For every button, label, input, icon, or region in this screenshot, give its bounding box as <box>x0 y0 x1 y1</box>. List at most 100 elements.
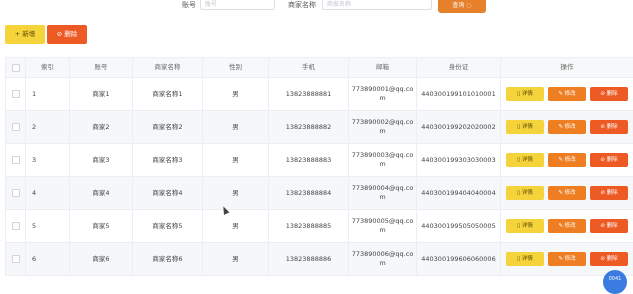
detail-button[interactable]: ▯ 详情 <box>506 186 544 200</box>
email-cell: 773890004@qq.com <box>349 177 417 209</box>
phone-cell: 13823888882 <box>269 111 349 143</box>
row-checkbox[interactable] <box>11 189 20 197</box>
header-merchant-name: 商家名称 <box>133 58 203 77</box>
select-all-cell[interactable] <box>6 58 26 77</box>
detail-button[interactable]: ▯ 详情 <box>506 252 544 266</box>
merchant-table: 索引 账号 商家名称 性别 手机 邮箱 身份证 操作 1 商家1 商家名称1 男… <box>5 57 633 276</box>
header-email: 邮箱 <box>349 58 417 77</box>
email-cell: 773890001@qq.com <box>349 78 417 110</box>
table-header-row: 索引 账号 商家名称 性别 手机 邮箱 身份证 操作 <box>6 57 633 78</box>
email-cell: 773890006@qq.com <box>349 243 417 275</box>
row-checkbox[interactable] <box>11 255 20 263</box>
header-id-card: 身份证 <box>417 58 501 77</box>
account-cell: 商家5 <box>70 210 133 242</box>
header-account: 账号 <box>70 58 133 77</box>
detail-button[interactable]: ▯ 详情 <box>506 219 544 233</box>
edit-button[interactable]: ✎ 修改 <box>548 186 586 200</box>
row-select-cell[interactable] <box>6 78 26 110</box>
detail-button[interactable]: ▯ 详情 <box>506 87 544 101</box>
search-button[interactable]: 查询 ◌ <box>438 0 486 13</box>
index-cell: 2 <box>26 111 70 143</box>
row-select-cell[interactable] <box>6 111 26 143</box>
id-card-cell: 440300199101010001 <box>417 78 501 110</box>
row-checkbox[interactable] <box>11 222 20 230</box>
actions-cell: ▯ 详情 ✎ 修改 ⊘ 删除 <box>501 177 633 209</box>
detail-button[interactable]: ▯ 详情 <box>506 153 544 167</box>
merchant-name-cell: 商家名称1 <box>133 78 203 110</box>
delete-button[interactable]: ⊘ 删除 <box>590 219 628 233</box>
merchant-name-cell: 商家名称2 <box>133 111 203 143</box>
add-button[interactable]: + 新增 <box>5 25 45 44</box>
id-card-cell: 440300199505050005 <box>417 210 501 242</box>
batch-delete-button[interactable]: ⊘ 删除 <box>47 25 87 44</box>
floating-badge[interactable]: 0041 <box>603 270 627 294</box>
merchant-name-cell: 商家名称6 <box>133 243 203 275</box>
phone-cell: 13823888886 <box>269 243 349 275</box>
delete-button[interactable]: ⊘ 删除 <box>590 120 628 134</box>
actions-cell: ▯ 详情 ✎ 修改 ⊘ 删除 <box>501 78 633 110</box>
table-row: 3 商家3 商家名称3 男 13823888883 773890003@qq.c… <box>6 144 633 177</box>
email-cell: 773890002@qq.com <box>349 111 417 143</box>
phone-cell: 13823888881 <box>269 78 349 110</box>
actions-cell: ▯ 详情 ✎ 修改 ⊘ 删除 <box>501 210 633 242</box>
gender-cell: 男 <box>203 78 269 110</box>
row-checkbox[interactable] <box>11 90 20 98</box>
index-cell: 5 <box>26 210 70 242</box>
account-cell: 商家6 <box>70 243 133 275</box>
index-cell: 6 <box>26 243 70 275</box>
index-cell: 4 <box>26 177 70 209</box>
delete-button[interactable]: ⊘ 删除 <box>590 87 628 101</box>
select-all-checkbox[interactable] <box>11 63 20 72</box>
row-select-cell[interactable] <box>6 144 26 176</box>
table-row: 4 商家4 商家名称4 男 13823888884 773890004@qq.c… <box>6 177 633 210</box>
id-card-cell: 440300199606060006 <box>417 243 501 275</box>
account-search-input[interactable]: 账号 <box>200 0 275 10</box>
edit-button[interactable]: ✎ 修改 <box>548 153 586 167</box>
merchant-name-label: 商家名称 <box>288 1 316 9</box>
header-phone: 手机 <box>269 58 349 77</box>
merchant-name-search-input[interactable]: 商家名称 <box>322 0 432 10</box>
row-select-cell[interactable] <box>6 210 26 242</box>
merchant-name-cell: 商家名称5 <box>133 210 203 242</box>
email-cell: 773890003@qq.com <box>349 144 417 176</box>
detail-button[interactable]: ▯ 详情 <box>506 120 544 134</box>
phone-cell: 13823888883 <box>269 144 349 176</box>
delete-button[interactable]: ⊘ 删除 <box>590 153 628 167</box>
account-cell: 商家4 <box>70 177 133 209</box>
table-row: 2 商家2 商家名称2 男 13823888882 773890002@qq.c… <box>6 111 633 144</box>
row-select-cell[interactable] <box>6 177 26 209</box>
delete-button[interactable]: ⊘ 删除 <box>590 186 628 200</box>
edit-button[interactable]: ✎ 修改 <box>548 87 586 101</box>
index-cell: 3 <box>26 144 70 176</box>
id-card-cell: 440300199303030003 <box>417 144 501 176</box>
phone-cell: 13823888884 <box>269 177 349 209</box>
id-card-cell: 440300199404040004 <box>417 177 501 209</box>
gender-cell: 男 <box>203 243 269 275</box>
account-label: 账号 <box>182 1 196 9</box>
actions-cell: ▯ 详情 ✎ 修改 ⊘ 删除 <box>501 144 633 176</box>
gender-cell: 男 <box>203 111 269 143</box>
edit-button[interactable]: ✎ 修改 <box>548 219 586 233</box>
header-gender: 性别 <box>203 58 269 77</box>
delete-button[interactable]: ⊘ 删除 <box>590 252 628 266</box>
table-row: 5 商家5 商家名称5 男 13823888885 773890005@qq.c… <box>6 210 633 243</box>
merchant-name-cell: 商家名称3 <box>133 144 203 176</box>
header-actions: 操作 <box>501 58 633 77</box>
gender-cell: 男 <box>203 177 269 209</box>
id-card-cell: 440300199202020002 <box>417 111 501 143</box>
table-row: 1 商家1 商家名称1 男 13823888881 773890001@qq.c… <box>6 78 633 111</box>
email-cell: 773890005@qq.com <box>349 210 417 242</box>
header-index: 索引 <box>26 58 70 77</box>
table-row: 6 商家6 商家名称6 男 13823888886 773890006@qq.c… <box>6 243 633 276</box>
gender-cell: 男 <box>203 210 269 242</box>
index-cell: 1 <box>26 78 70 110</box>
edit-button[interactable]: ✎ 修改 <box>548 120 586 134</box>
row-checkbox[interactable] <box>11 123 20 131</box>
merchant-name-cell: 商家名称4 <box>133 177 203 209</box>
row-checkbox[interactable] <box>11 156 20 164</box>
account-cell: 商家2 <box>70 111 133 143</box>
row-select-cell[interactable] <box>6 243 26 275</box>
gender-cell: 男 <box>203 144 269 176</box>
edit-button[interactable]: ✎ 修改 <box>548 252 586 266</box>
search-bar: 账号 账号 商家名称 商家名称 查询 ◌ <box>0 0 633 14</box>
